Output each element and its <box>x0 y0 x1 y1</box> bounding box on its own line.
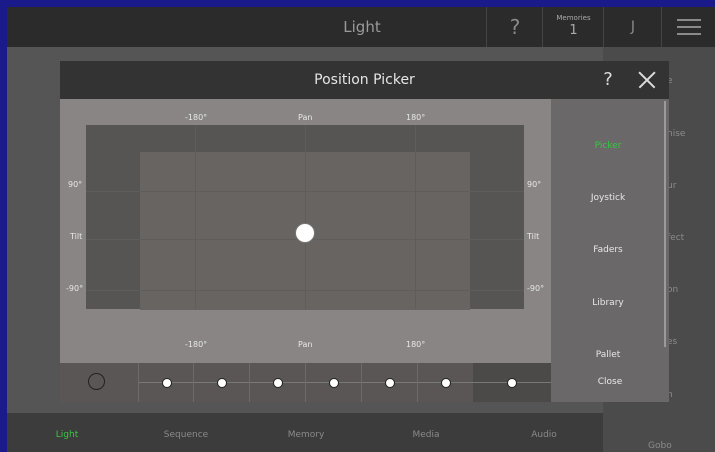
preset-cell-selected[interactable] <box>473 363 551 402</box>
preset-cell[interactable] <box>193 363 250 402</box>
tilt-min-label-left: -90° <box>66 284 84 293</box>
bg-panel-item-gobo[interactable]: Gobo <box>648 441 672 451</box>
nav-memory[interactable]: Memory <box>266 413 346 452</box>
preset-cell[interactable] <box>305 363 362 402</box>
tilt-min-label-right: -90° <box>527 284 545 293</box>
pan-min-label-bottom: -180° <box>185 340 208 349</box>
close-button[interactable]: Close <box>551 363 669 402</box>
preset-cell[interactable] <box>249 363 306 402</box>
pan-label-bottom: Pan <box>298 340 313 349</box>
dialog-header: Position Picker ? <box>60 61 669 99</box>
pan-label-top: Pan <box>298 113 313 122</box>
menu-joystick[interactable]: Joystick <box>551 193 665 203</box>
memories-label: Memories <box>556 14 591 22</box>
picker-mode-menu: Picker Joystick Faders Library Pallet <box>551 99 669 363</box>
nav-sequence[interactable]: Sequence <box>146 413 226 452</box>
user-button[interactable]: J <box>603 7 662 47</box>
tilt-max-label-left: 90° <box>68 180 83 189</box>
dialog-title: Position Picker <box>314 72 415 88</box>
menu-picker[interactable]: Picker <box>551 141 665 151</box>
bg-panel-item: fect <box>667 233 685 243</box>
position-picker-pad[interactable]: -180° Pan 180° -180° Pan 180° 90° Tilt -… <box>60 99 551 363</box>
menu-faders[interactable]: Faders <box>551 245 665 255</box>
tilt-max-label-right: 90° <box>527 180 542 189</box>
menu-scrollbar[interactable] <box>664 101 666 347</box>
tilt-label-right: Tilt <box>527 232 540 241</box>
grid-line <box>305 125 306 309</box>
preset-cell[interactable] <box>417 363 474 402</box>
top-bar: Light ? Memories 1 J <box>7 7 715 47</box>
position-picker-dialog: Position Picker ? -180° Pan 180° -180° P… <box>60 61 669 402</box>
menu-pallet[interactable]: Pallet <box>551 350 665 360</box>
position-presets-strip <box>60 363 551 402</box>
memories-button[interactable]: Memories 1 <box>542 7 604 47</box>
position-handle[interactable] <box>295 223 315 243</box>
tilt-label-left: Tilt <box>70 232 83 241</box>
app-title: Light <box>343 18 381 36</box>
grid-line <box>195 125 196 309</box>
menu-button[interactable] <box>661 7 715 47</box>
pan-max-label-bottom: 180° <box>406 340 426 349</box>
preset-cell[interactable] <box>361 363 418 402</box>
help-button[interactable]: ? <box>486 7 543 47</box>
nav-media[interactable]: Media <box>386 413 466 452</box>
dialog-help-button[interactable]: ? <box>593 61 623 99</box>
nav-light[interactable]: Light <box>27 413 107 452</box>
grid-line <box>415 125 416 309</box>
pan-max-label-top: 180° <box>406 113 426 122</box>
pan-min-label-top: -180° <box>185 113 208 122</box>
bg-panel-item: hise <box>667 129 686 139</box>
memories-count: 1 <box>569 23 578 38</box>
app-window: Light ? Memories 1 J e hise ur fect on e… <box>7 7 715 452</box>
bottom-nav: Light Sequence Memory Media Audio <box>7 413 603 452</box>
circle-shape-icon[interactable] <box>88 373 105 390</box>
nav-audio[interactable]: Audio <box>504 413 584 452</box>
close-icon[interactable] <box>636 69 658 91</box>
menu-library[interactable]: Library <box>551 298 665 308</box>
preset-cell[interactable] <box>138 363 194 402</box>
